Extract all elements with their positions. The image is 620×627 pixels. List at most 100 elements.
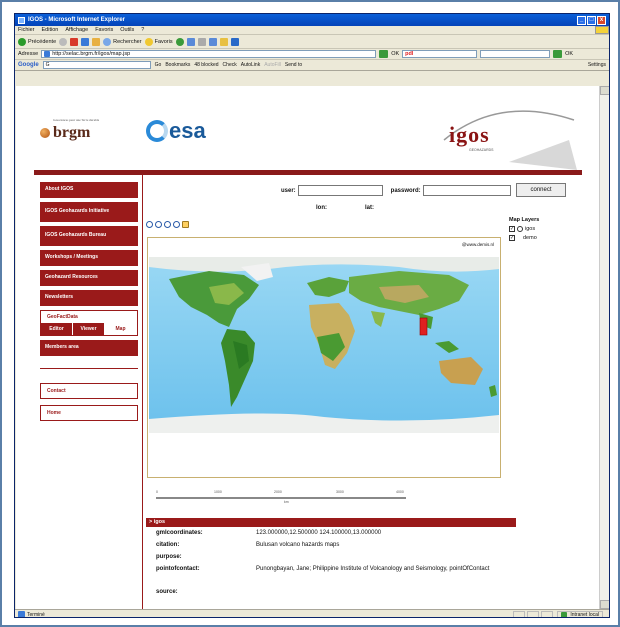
- menu-help[interactable]: ?: [141, 27, 144, 33]
- folder-icon[interactable]: [219, 37, 228, 46]
- sendto-button[interactable]: Send to: [285, 62, 302, 68]
- standard-toolbar: Précédente Rechercher Favoris: [15, 35, 609, 49]
- print-icon[interactable]: [197, 37, 206, 46]
- stop-icon[interactable]: [70, 37, 79, 46]
- tab-editor[interactable]: Editor: [41, 323, 73, 335]
- info-query-icon[interactable]: [182, 221, 189, 228]
- scale-bar: [156, 497, 406, 499]
- zone-label: Intranet local: [570, 611, 599, 618]
- nav-geohazards-initiative[interactable]: IGOS Geohazards Initiative: [40, 202, 138, 222]
- minimize-button[interactable]: _: [577, 15, 586, 25]
- nav-geohazard-resources[interactable]: Geohazard Resources: [40, 270, 138, 286]
- nav-geohazards-bureau[interactable]: IGOS Geohazards Bureau: [40, 226, 138, 246]
- search-icon: [103, 37, 112, 46]
- autolink-button[interactable]: AutoLink: [241, 62, 260, 68]
- ie-icon: [18, 16, 25, 24]
- scroll-up-icon[interactable]: [600, 86, 609, 95]
- tab-viewer[interactable]: Viewer: [73, 323, 105, 335]
- layer-igos-radio[interactable]: [517, 226, 523, 232]
- info-row: purpose:: [156, 554, 182, 560]
- menu-favorites[interactable]: Favoris: [95, 27, 113, 33]
- layer-igos-checkbox[interactable]: ✓: [509, 226, 515, 232]
- nav-home[interactable]: Home: [40, 405, 138, 421]
- google-go-button[interactable]: Go: [155, 62, 162, 68]
- lon-label: lon:: [316, 205, 327, 211]
- forward-arrow-icon[interactable]: [59, 37, 68, 46]
- maximize-button[interactable]: □: [587, 15, 596, 25]
- info-row: pointofcontact: Punongbayan, Jane; Phili…: [156, 566, 490, 572]
- scale-label-4000: 4000: [396, 490, 404, 494]
- pdl-input[interactable]: [480, 50, 551, 58]
- map-viewer[interactable]: @www.demis.nl: [147, 237, 501, 478]
- back-button[interactable]: Précédente: [18, 37, 56, 46]
- menu-edit[interactable]: Edition: [42, 27, 59, 33]
- history-icon[interactable]: [175, 37, 184, 46]
- nav-contact[interactable]: Contact: [40, 383, 138, 399]
- scale-label-1000: 1000: [214, 490, 222, 494]
- go-label[interactable]: OK: [391, 51, 399, 57]
- security-zone: Intranet local: [557, 610, 603, 618]
- world-map[interactable]: [149, 257, 499, 433]
- window-title: IGOS - Microsoft Internet Explorer: [28, 17, 126, 23]
- zoom-extent-icon[interactable]: [173, 221, 180, 228]
- google-settings-button[interactable]: Settings: [588, 62, 606, 68]
- google-search-input[interactable]: G: [42, 61, 151, 69]
- highlighted-region[interactable]: [419, 317, 428, 336]
- layer-demo-checkbox[interactable]: ✓: [509, 235, 515, 241]
- brgm-emblem-icon: [40, 128, 50, 138]
- scroll-down-icon[interactable]: [600, 600, 609, 609]
- address-label: Adresse: [18, 51, 39, 57]
- go-icon[interactable]: [379, 50, 389, 58]
- menu-bar: Fichier Edition Affichage Favoris Outils…: [15, 26, 609, 35]
- search-button[interactable]: Rechercher: [103, 37, 142, 46]
- zoom-in-icon[interactable]: [146, 221, 153, 228]
- vertical-scrollbar[interactable]: [599, 86, 609, 609]
- favorites-button[interactable]: Favoris: [144, 37, 173, 46]
- address-bar: Adresse http://selac.brgm.fr/igos/map.js…: [15, 49, 609, 60]
- address-input[interactable]: http://selac.brgm.fr/igos/map.jsp: [41, 50, 377, 58]
- password-input[interactable]: [422, 185, 511, 196]
- geofactdata-tabs: Editor Viewer Map: [41, 323, 137, 335]
- nav-workshops-meetings[interactable]: Workshops / Meetings: [40, 250, 138, 266]
- menu-view[interactable]: Affichage: [65, 27, 88, 33]
- mail-icon[interactable]: [186, 37, 195, 46]
- spell-check-button[interactable]: Check: [223, 62, 237, 68]
- connect-button[interactable]: connect: [516, 183, 566, 197]
- edit-icon[interactable]: [208, 37, 217, 46]
- feature-info-header: > igos: [146, 518, 516, 527]
- pdl-ok-label[interactable]: OK: [565, 51, 573, 57]
- pdl-search-box[interactable]: pdl: [402, 50, 478, 58]
- google-toolbar: Google G Go Bookmarks 48 blocked Check A…: [15, 60, 609, 71]
- scale-label-2000: 2000: [274, 490, 282, 494]
- messenger-icon[interactable]: [230, 37, 239, 46]
- screenshot-frame: IGOS - Microsoft Internet Explorer _ □ x…: [0, 0, 620, 627]
- status-bar: Terminé Intranet local: [15, 609, 609, 618]
- autofill-button[interactable]: AutoFill: [264, 62, 281, 68]
- nav-members-area[interactable]: Members area: [40, 340, 138, 356]
- scale-unit: km: [284, 500, 289, 504]
- scale-label-0: 0: [156, 490, 158, 494]
- title-bar[interactable]: IGOS - Microsoft Internet Explorer _ □ x: [15, 14, 609, 26]
- pan-hand-icon[interactable]: [164, 221, 171, 228]
- login-form: user: password:: [281, 185, 511, 196]
- header-divider: [34, 170, 582, 175]
- refresh-icon[interactable]: [81, 37, 90, 46]
- geofactdata-title: GeoFactData: [47, 314, 78, 320]
- info-row: gmlcoordinates: 123.000000,12.500000 124…: [156, 530, 382, 536]
- pdl-go-icon[interactable]: [553, 50, 563, 58]
- zoom-out-icon[interactable]: [155, 221, 162, 228]
- google-bookmarks-button[interactable]: Bookmarks: [165, 62, 190, 68]
- page-icon: [44, 51, 51, 57]
- nav-about-igos[interactable]: About IGOS: [40, 182, 138, 198]
- user-input[interactable]: [297, 185, 383, 196]
- scale-label-3000: 3000: [336, 490, 344, 494]
- home-icon[interactable]: [92, 37, 101, 46]
- popup-blocked-button[interactable]: 48 blocked: [194, 62, 218, 68]
- tab-map[interactable]: Map: [105, 323, 137, 335]
- star-icon: [144, 37, 153, 46]
- esa-name: esa: [169, 118, 206, 143]
- nav-newsletters[interactable]: Newsletters: [40, 290, 138, 306]
- menu-tools[interactable]: Outils: [120, 27, 134, 33]
- close-button[interactable]: x: [597, 15, 606, 25]
- menu-file[interactable]: Fichier: [18, 27, 35, 33]
